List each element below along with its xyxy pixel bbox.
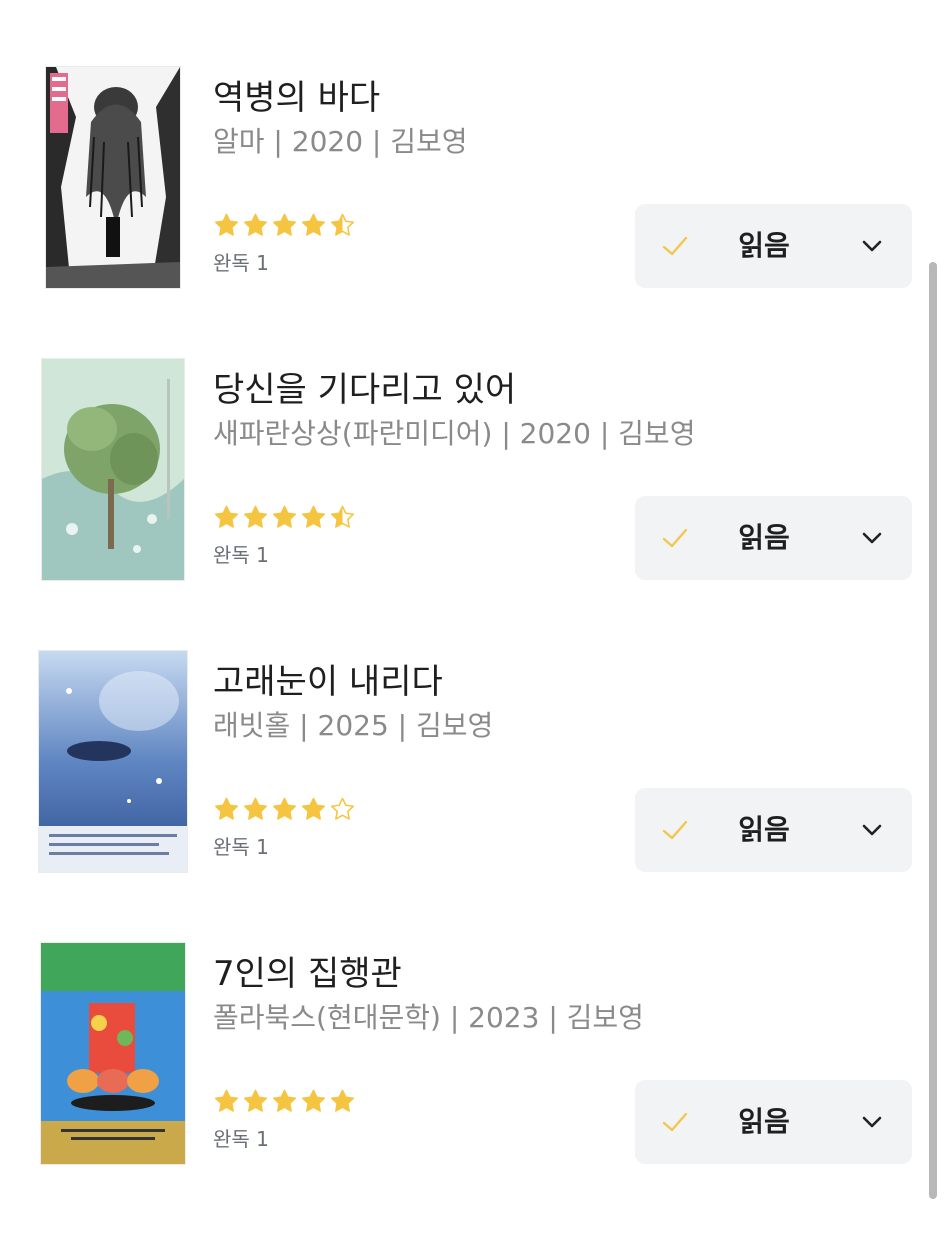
read-count: 완독 1 <box>213 835 269 859</box>
chevron-down-icon <box>862 824 882 836</box>
book-title[interactable]: 역병의 바다 <box>213 76 380 120</box>
star-rating <box>213 1088 356 1116</box>
star-full-icon <box>301 1089 326 1112</box>
star-full-icon <box>214 213 239 236</box>
book-list: 역병의 바다 알마 | 2020 | 김보영 완독 1 읽음 당신을 기다리고 … <box>0 0 947 1199</box>
book-title[interactable]: 당신을 기다리고 있어 <box>213 368 516 412</box>
star-rating <box>213 212 356 240</box>
book-item[interactable]: 7인의 집행관 폴라북스(현대문학) | 2023 | 김보영 완독 1 읽음 <box>0 943 930 1236</box>
read-count: 완독 1 <box>213 1127 269 1151</box>
book-cover-image[interactable] <box>39 651 187 872</box>
star-full-icon <box>272 1089 297 1112</box>
status-label: 읽음 <box>738 813 790 846</box>
read-status-dropdown[interactable]: 읽음 <box>635 496 912 580</box>
book-meta: 알마 | 2020 | 김보영 <box>213 125 468 158</box>
status-label: 읽음 <box>738 521 790 554</box>
star-full-icon <box>214 797 239 820</box>
book-cover-image[interactable] <box>41 943 185 1164</box>
book-meta: 래빗홀 | 2025 | 김보영 <box>213 709 494 742</box>
chevron-down-icon <box>862 1116 882 1128</box>
status-label: 읽음 <box>738 1105 790 1138</box>
star-full-icon <box>272 797 297 820</box>
book-item[interactable]: 역병의 바다 알마 | 2020 | 김보영 완독 1 읽음 <box>0 67 930 360</box>
read-status-dropdown[interactable]: 읽음 <box>635 204 912 288</box>
chevron-down-icon <box>862 532 882 544</box>
book-cover-image[interactable] <box>46 67 180 288</box>
read-status-dropdown[interactable]: 읽음 <box>635 1080 912 1164</box>
star-half-icon <box>330 213 355 236</box>
star-full-icon <box>301 505 326 528</box>
star-empty-icon <box>330 797 355 820</box>
star-full-icon <box>301 213 326 236</box>
read-count: 완독 1 <box>213 251 269 275</box>
star-full-icon <box>243 505 268 528</box>
star-full-icon <box>214 1089 239 1112</box>
check-icon <box>662 528 688 548</box>
star-full-icon <box>330 1089 355 1112</box>
star-full-icon <box>272 505 297 528</box>
check-icon <box>662 236 688 256</box>
book-cover-image[interactable] <box>42 359 184 580</box>
chevron-down-icon <box>862 240 882 252</box>
star-rating <box>213 796 356 824</box>
book-item[interactable]: 고래눈이 내리다 래빗홀 | 2025 | 김보영 완독 1 읽음 <box>0 651 930 944</box>
star-full-icon <box>243 1089 268 1112</box>
check-icon <box>662 1112 688 1132</box>
read-count: 완독 1 <box>213 543 269 567</box>
status-label: 읽음 <box>738 229 790 262</box>
book-meta: 새파란상상(파란미디어) | 2020 | 김보영 <box>213 417 696 450</box>
scrollbar[interactable] <box>929 262 937 1199</box>
read-status-dropdown[interactable]: 읽음 <box>635 788 912 872</box>
star-full-icon <box>272 213 297 236</box>
star-full-icon <box>243 213 268 236</box>
star-half-icon <box>330 505 355 528</box>
check-icon <box>662 820 688 840</box>
star-full-icon <box>301 797 326 820</box>
book-meta: 폴라북스(현대문학) | 2023 | 김보영 <box>213 1001 644 1034</box>
book-title[interactable]: 7인의 집행관 <box>213 952 402 996</box>
book-title[interactable]: 고래눈이 내리다 <box>213 660 443 704</box>
star-rating <box>213 504 356 532</box>
book-item[interactable]: 당신을 기다리고 있어 새파란상상(파란미디어) | 2020 | 김보영 완독… <box>0 359 930 652</box>
star-full-icon <box>214 505 239 528</box>
star-full-icon <box>243 797 268 820</box>
